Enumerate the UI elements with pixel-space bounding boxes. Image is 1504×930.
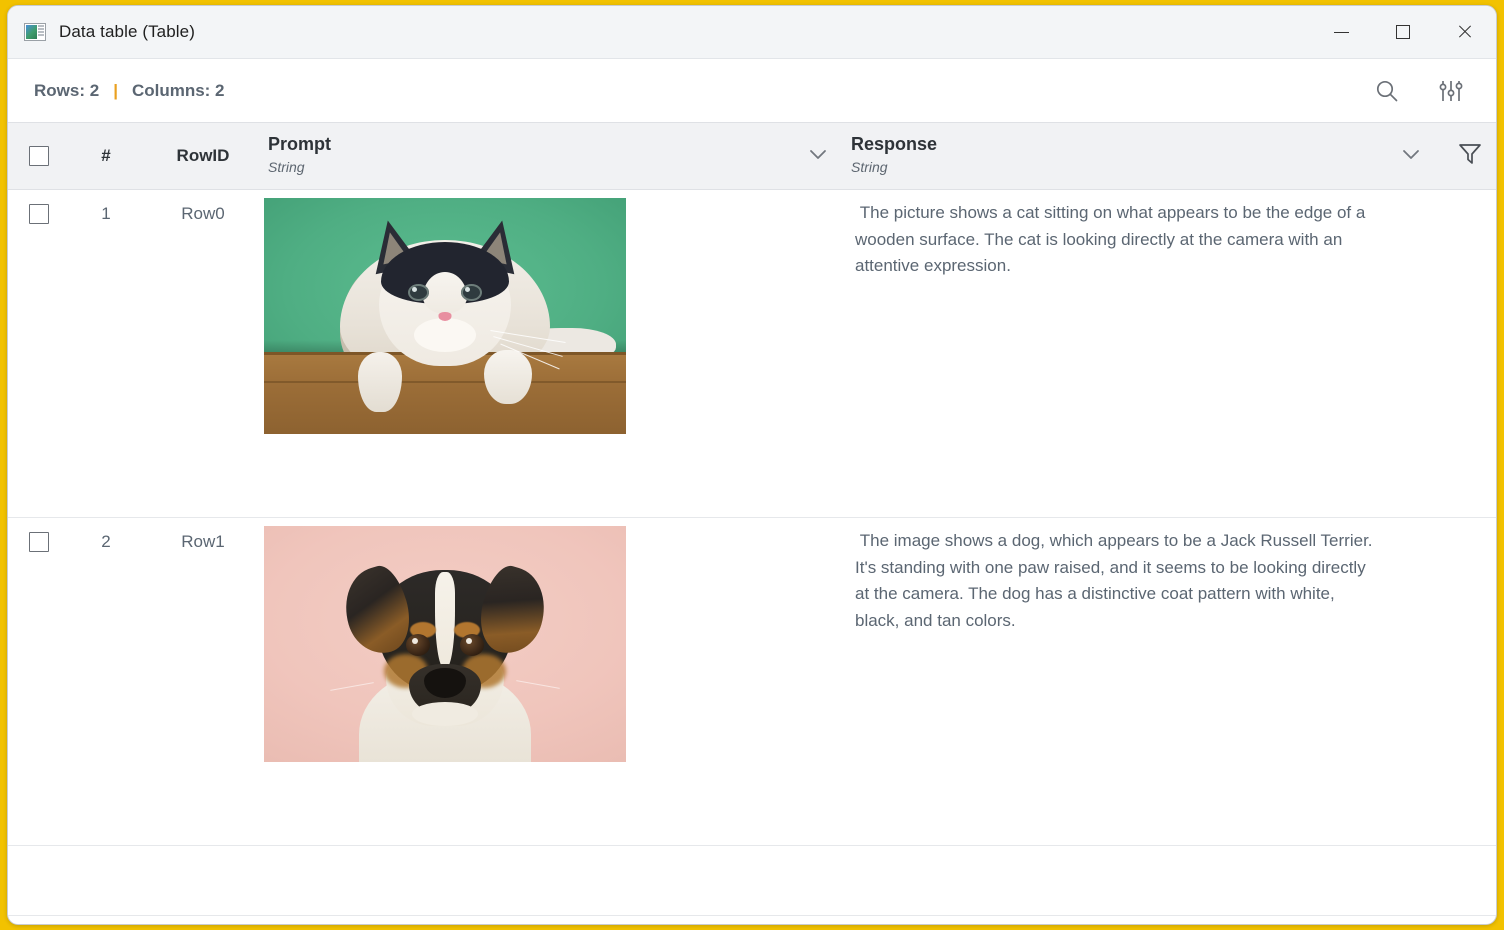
- row-checkbox[interactable]: [29, 532, 49, 552]
- search-icon: [1376, 80, 1398, 101]
- close-button[interactable]: [1434, 6, 1496, 58]
- response-cell[interactable]: The image shows a dog, which appears to …: [847, 518, 1440, 635]
- counts-separator: |: [113, 80, 118, 100]
- response-text: The image shows a dog, which appears to …: [855, 531, 1378, 631]
- table-row[interactable]: 1 Row0 The picture shows a cat sitting o…: [8, 190, 1496, 518]
- column-header-rowid[interactable]: RowID: [142, 123, 264, 189]
- row-checkbox[interactable]: [29, 204, 49, 224]
- columns-count: Columns: 2: [131, 80, 225, 100]
- prompt-column-type: String: [268, 158, 305, 175]
- column-header-prompt[interactable]: Prompt String: [264, 123, 847, 189]
- row-end-spacer: [1440, 518, 1496, 532]
- dog-photo[interactable]: [264, 526, 626, 762]
- column-header-response[interactable]: Response String: [847, 123, 1440, 189]
- response-column-type: String: [851, 158, 888, 175]
- minimize-icon: [1333, 31, 1349, 33]
- row-id-cell: Row0: [181, 204, 225, 223]
- sliders-settings-icon: [1439, 80, 1463, 101]
- infobar-actions: [1372, 76, 1466, 106]
- prompt-cell[interactable]: [264, 518, 847, 762]
- row-end-spacer: [1440, 190, 1496, 204]
- minimize-button[interactable]: [1310, 6, 1372, 58]
- filter-cell: [1440, 123, 1496, 189]
- select-all-checkbox[interactable]: [29, 146, 49, 166]
- prompt-cell[interactable]: [264, 190, 847, 434]
- maximize-button[interactable]: [1372, 6, 1434, 58]
- response-column-menu-button[interactable]: [1398, 141, 1424, 172]
- desktop-backdrop: Data table (Table) Rows: 2 | Columns: 2: [0, 0, 1504, 930]
- chevron-down-icon: [1403, 149, 1419, 159]
- maximize-icon: [1396, 25, 1410, 39]
- response-column-title: Response: [851, 134, 938, 155]
- table-infobar: Rows: 2 | Columns: 2: [8, 59, 1496, 122]
- cat-photo[interactable]: [264, 198, 626, 434]
- table-settings-button[interactable]: [1436, 76, 1466, 106]
- close-icon: [1457, 24, 1473, 40]
- row-id-cell: Row1: [181, 532, 225, 551]
- funnel-filter-icon: [1459, 143, 1481, 164]
- column-header-index[interactable]: #: [70, 123, 142, 189]
- row-index-cell: 2: [101, 532, 111, 551]
- data-table: # RowID Prompt String Response String 1 …: [8, 122, 1496, 924]
- table-empty-row: [8, 846, 1496, 916]
- table-row[interactable]: 2 Row1 The image shows a dog, which appe…: [8, 518, 1496, 846]
- response-text: The picture shows a cat sitting on what …: [855, 203, 1371, 276]
- table-window-icon: [24, 23, 46, 41]
- table-header-row: # RowID Prompt String Response String: [8, 122, 1496, 190]
- window-title: Data table (Table): [59, 22, 195, 41]
- prompt-column-menu-button[interactable]: [805, 141, 831, 172]
- window-controls: [1310, 6, 1496, 58]
- search-button[interactable]: [1372, 76, 1402, 106]
- window-titlebar[interactable]: Data table (Table): [8, 6, 1496, 59]
- response-cell[interactable]: The picture shows a cat sitting on what …: [847, 190, 1440, 280]
- chevron-down-icon: [810, 149, 826, 159]
- rows-count: Rows: 2: [34, 80, 100, 100]
- filter-button[interactable]: [1456, 140, 1484, 173]
- data-table-window: Data table (Table) Rows: 2 | Columns: 2: [7, 5, 1497, 925]
- row-select-cell: [8, 518, 70, 552]
- row-index-cell: 1: [101, 204, 111, 223]
- prompt-column-title: Prompt: [268, 134, 331, 155]
- row-select-cell: [8, 190, 70, 224]
- select-all-cell: [8, 123, 70, 189]
- table-counts: Rows: 2 | Columns: 2: [34, 81, 225, 101]
